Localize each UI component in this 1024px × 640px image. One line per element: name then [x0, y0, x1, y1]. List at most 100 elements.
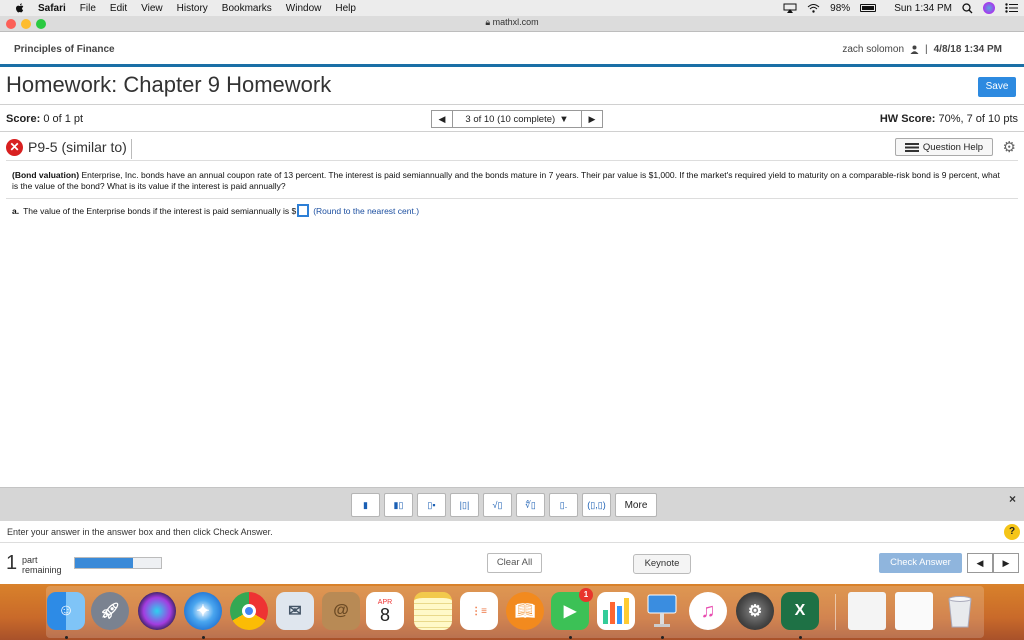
score-label: Score:: [6, 113, 41, 125]
reminders-icon[interactable]: ⋮≡: [460, 592, 498, 630]
menu-edit[interactable]: Edit: [110, 3, 127, 14]
check-answer-button[interactable]: Check Answer: [879, 553, 962, 573]
menu-bookmarks[interactable]: Bookmarks: [222, 3, 272, 14]
spotlight-search-icon[interactable]: [962, 2, 973, 14]
dropdown-caret-icon: ▼: [559, 113, 569, 125]
chrome-icon[interactable]: [230, 592, 268, 630]
numbers-bar: [617, 606, 622, 624]
nth-root-button[interactable]: ∜▯: [516, 493, 545, 517]
question-title: (Bond valuation): [12, 170, 80, 180]
facetime-icon[interactable]: ▶ 1: [551, 588, 593, 630]
part-a: a. The value of the Enterprise bonds if …: [12, 204, 419, 217]
running-indicator: [202, 636, 205, 639]
page-title: Homework: Chapter 9 Homework: [6, 72, 332, 97]
hw-score-value: 70%, 7 of 10 pts: [938, 113, 1019, 125]
ibooks-icon[interactable]: 📖︎: [506, 592, 544, 630]
more-button[interactable]: More: [615, 493, 657, 517]
close-icon[interactable]: ×: [1009, 492, 1016, 506]
question-body: Enterprise, Inc. bonds have an annual co…: [12, 170, 1000, 191]
chrome-center: [242, 604, 256, 618]
excel-icon[interactable]: X: [781, 592, 819, 630]
recent-documents-icon[interactable]: [895, 592, 933, 630]
browser-toolbar: 🔒︎ mathxl.com: [0, 16, 1024, 32]
part-pager: ◀ ▶: [967, 553, 1019, 573]
numbers-bar: [610, 602, 615, 624]
downloads-folder-icon[interactable]: [848, 592, 886, 630]
question-selector[interactable]: 3 of 10 (10 complete) ▼: [453, 110, 581, 128]
menu-app-safari[interactable]: Safari: [38, 3, 66, 14]
menu-window[interactable]: Window: [286, 3, 322, 14]
decimal-button[interactable]: ▯.: [549, 493, 578, 517]
answer-input[interactable]: [297, 204, 310, 217]
question-id: P9-5 (similar to): [28, 139, 132, 159]
numbers-bar: [624, 598, 629, 624]
status-area: 98% Sun 1:34 PM: [783, 0, 1018, 16]
address-bar-url: mathxl.com: [492, 17, 539, 27]
parts-label-line1: part: [22, 555, 38, 565]
address-bar[interactable]: 🔒︎ mathxl.com: [0, 17, 1024, 28]
previous-question-button[interactable]: ◀: [431, 110, 453, 128]
keynote-icon[interactable]: [643, 592, 681, 630]
apple-menu-icon[interactable]: [14, 2, 26, 14]
system-preferences-icon[interactable]: ⚙: [736, 592, 774, 630]
airplay-icon[interactable]: [783, 3, 797, 13]
part-a-label: a.: [12, 205, 20, 216]
running-indicator: [569, 636, 572, 639]
instructions-text: Enter your answer in the answer box and …: [7, 527, 273, 537]
save-button[interactable]: Save: [978, 77, 1016, 97]
itunes-icon[interactable]: ♫: [689, 592, 727, 630]
parts-label-line2: remaining: [22, 565, 62, 575]
help-icon[interactable]: ?: [1004, 524, 1020, 540]
menu-view[interactable]: View: [141, 3, 163, 14]
clear-all-button[interactable]: Clear All: [487, 553, 542, 573]
square-root-button[interactable]: √▯: [483, 493, 512, 517]
menubar-clock[interactable]: Sun 1:34 PM: [894, 3, 952, 14]
parts-remaining-count: 1: [6, 552, 18, 574]
notes-icon[interactable]: [414, 592, 452, 630]
notification-center-icon[interactable]: [1005, 3, 1018, 13]
dock-tooltip: Keynote: [633, 554, 691, 574]
battery-icon[interactable]: [860, 4, 877, 12]
macos-dock: ☺ 🚀︎ ✦ ✉ @ APR 8 ⋮≡ 📖︎ ▶ 1 ♫ ⚙ X: [0, 584, 1024, 640]
previous-part-button[interactable]: ◀: [967, 553, 993, 573]
contacts-icon[interactable]: @: [322, 592, 360, 630]
menu-history[interactable]: History: [177, 3, 208, 14]
parts-remaining-label: part remaining: [22, 555, 62, 575]
safari-icon[interactable]: ✦: [184, 592, 222, 630]
score-value: 0 of 1 pt: [43, 113, 84, 125]
part-a-text: The value of the Enterprise bonds if the…: [23, 205, 297, 216]
lock-icon: 🔒︎: [485, 17, 491, 27]
numbers-icon[interactable]: [597, 592, 635, 630]
absolute-value-button[interactable]: |▯|: [450, 493, 479, 517]
fraction-button[interactable]: ▮: [351, 493, 380, 517]
menu-help[interactable]: Help: [335, 3, 356, 14]
progress-fill: [75, 558, 133, 568]
incorrect-x-icon: ✕: [6, 139, 23, 156]
trash-can-icon: [948, 596, 972, 628]
next-question-button[interactable]: ▶: [581, 110, 603, 128]
finder-icon[interactable]: ☺: [47, 592, 85, 630]
next-part-button[interactable]: ▶: [993, 553, 1019, 573]
score-row: Score: 0 of 1 pt ◀ 3 of 10 (10 complete)…: [0, 104, 1024, 132]
gear-icon[interactable]: ⚙: [1003, 138, 1016, 156]
mixed-number-button[interactable]: ▮▯: [384, 493, 413, 517]
course-title[interactable]: Principles of Finance: [14, 44, 115, 55]
siri-icon[interactable]: [138, 592, 176, 630]
launchpad-icon[interactable]: 🚀︎: [91, 592, 129, 630]
calendar-icon[interactable]: APR 8: [366, 592, 404, 630]
wifi-icon[interactable]: [807, 3, 820, 13]
answer-footer: 1 part remaining Clear All Keynote Check…: [0, 544, 1024, 584]
exponent-button[interactable]: ▯▪: [417, 493, 446, 517]
question-help-button[interactable]: Question Help: [895, 138, 993, 156]
user-icon: [910, 45, 919, 54]
progress-bar: [74, 557, 162, 569]
menu-file[interactable]: File: [80, 3, 96, 14]
user-name: zach solomon: [842, 44, 905, 55]
mail-icon[interactable]: ✉: [276, 592, 314, 630]
ordered-pair-button[interactable]: (▯,▯): [582, 493, 611, 517]
divider: [6, 160, 1018, 161]
running-indicator: [65, 636, 68, 639]
trash-icon[interactable]: [941, 592, 979, 630]
siri-menubar-icon[interactable]: [983, 2, 995, 14]
notification-badge: 1: [579, 588, 593, 602]
